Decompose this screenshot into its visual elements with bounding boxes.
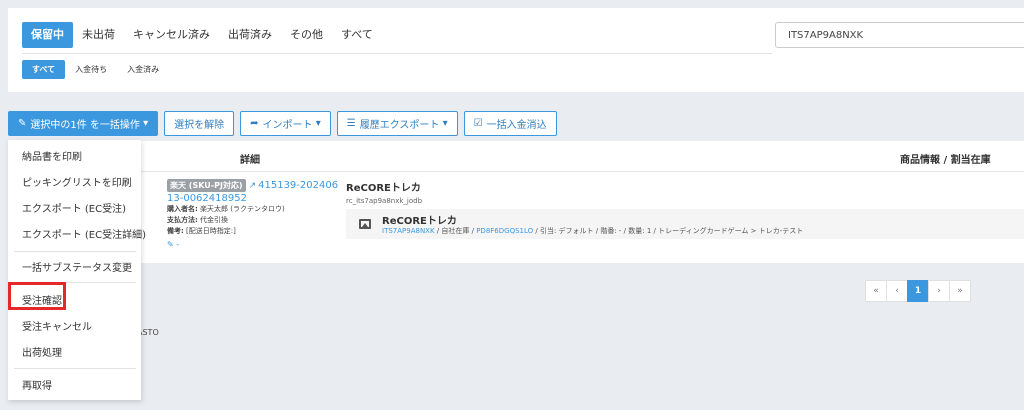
stock-item-name: ReCOREトレカ: [382, 216, 457, 227]
note-value: [配送日時指定:]: [186, 227, 236, 235]
bulk-action-button[interactable]: ✎ 選択中の1件 を一括操作 ▾: [8, 111, 159, 136]
table-header: 詳細 商品情報 / 割当在庫: [8, 141, 1024, 172]
page-first[interactable]: «: [865, 280, 887, 302]
sku-link[interactable]: ITS7AP9A8NXK: [382, 227, 435, 235]
pencil-icon: ✎: [167, 240, 174, 249]
subtab-awaiting-payment[interactable]: 入金待ち: [65, 60, 117, 79]
edit-memo[interactable]: ✎ -: [167, 240, 347, 249]
caret-down-icon: ▾: [439, 118, 448, 129]
page-current[interactable]: 1: [907, 280, 929, 302]
payment-sub-tabs: すべて 入金待ち 入金済み: [22, 60, 169, 79]
tab-all[interactable]: すべて: [332, 22, 382, 48]
list-icon: ☰: [346, 118, 356, 129]
action-bar: ✎ 選択中の1件 を一括操作 ▾ 選択を解除 ➦ インポート ▾ ☰ 履歴エクス…: [8, 111, 563, 136]
bulk-payment-button[interactable]: ☑ 一括入金消込: [463, 111, 557, 136]
order-number-link[interactable]: 415139-202406: [258, 180, 338, 191]
tab-other[interactable]: その他: [281, 22, 332, 48]
edit-icon: ✎: [18, 118, 27, 129]
menu-divider: [14, 251, 136, 252]
tab-cancelled[interactable]: キャンセル済み: [124, 22, 219, 48]
menu-export-ec-orders[interactable]: エクスポート (EC受注): [22, 200, 126, 215]
product-name: ReCOREトレカ: [346, 183, 421, 194]
column-header-detail: 詳細: [240, 155, 260, 166]
menu-divider: [14, 368, 136, 369]
mall-badge: 楽天 (SKU-PJ対応): [167, 179, 246, 192]
tab-on-hold[interactable]: 保留中: [22, 22, 73, 48]
search-input[interactable]: [775, 22, 1024, 48]
edit-memo-value: -: [176, 240, 180, 249]
filter-panel: 保留中 未出荷 キャンセル済み 出荷済み その他 すべて すべて 入金待ち 入金…: [8, 8, 1024, 92]
stock-id-link[interactable]: PD8F6DGQS1LO: [476, 227, 533, 235]
column-header-product: 商品情報 / 割当在庫: [900, 155, 991, 166]
buyer-name: 楽天太郎 (ラクテンタロウ): [200, 205, 285, 213]
status-tabs: 保留中 未出荷 キャンセル済み 出荷済み その他 すべて: [22, 22, 382, 48]
page-last[interactable]: »: [949, 280, 971, 302]
menu-cancel-order[interactable]: 受注キャンセル: [22, 318, 92, 333]
export-history-label: 履歴エクスポート: [359, 120, 440, 131]
payment-line: 支払方法: 代金引換: [167, 215, 347, 226]
menu-bulk-substatus-change[interactable]: 一括サブステータス変更: [22, 259, 132, 274]
bulk-payment-label: 一括入金消込: [486, 120, 547, 131]
export-history-button[interactable]: ☰ 履歴エクスポート ▾: [336, 111, 458, 136]
highlight-annotation: [8, 282, 66, 310]
page-next[interactable]: ›: [928, 280, 950, 302]
pagination: « ‹ 1 › »: [865, 280, 971, 302]
clear-selection-label: 選択を解除: [174, 120, 225, 131]
allocated-stock: ReCOREトレカ ITS7AP9A8NXK / 自社在庫 / PD8F6DGQ…: [346, 209, 1024, 239]
product-info: ReCOREトレカ rc_its7ap9a8nxk_jodb ReCOREトレカ…: [346, 179, 1024, 239]
image-placeholder-icon: [356, 215, 374, 233]
page-prev[interactable]: ‹: [886, 280, 908, 302]
menu-print-delivery-slip[interactable]: 納品書を印刷: [22, 148, 82, 163]
product-code: rc_its7ap9a8nxk_jodb: [346, 197, 423, 205]
menu-print-picking-list[interactable]: ピッキングリストを印刷: [22, 174, 132, 189]
stock-item-meta: ITS7AP9A8NXK / 自社在庫 / PD8F6DGQS1LO / 引当:…: [382, 226, 803, 236]
bulk-action-menu: 納品書を印刷 ピッキングリストを印刷 エクスポート (EC受注) エクスポート …: [8, 140, 146, 400]
tab-shipped[interactable]: 出荷済み: [219, 22, 281, 48]
stock-sep: / 自社在庫 /: [434, 227, 477, 235]
buyer-line: 購入者名: 楽天太郎 (ラクテンタロウ): [167, 204, 347, 215]
share-icon: ➦: [250, 118, 259, 129]
external-link-icon[interactable]: ↗: [249, 181, 257, 191]
note-line: 備考: [配送日時指定:]: [167, 226, 347, 237]
buyer-label: 購入者名:: [167, 205, 198, 213]
order-table: 詳細 商品情報 / 割当在庫 楽天 (SKU-PJ対応) ↗ 415139-20…: [8, 141, 1024, 263]
menu-ship-order[interactable]: 出荷処理: [22, 344, 62, 359]
order-number-link-cont[interactable]: 13-0062418952: [167, 193, 347, 204]
tab-divider: [22, 53, 772, 54]
import-button[interactable]: ➦ インポート ▾: [240, 111, 331, 136]
tab-not-shipped[interactable]: 未出荷: [73, 22, 124, 48]
menu-export-ec-order-details[interactable]: エクスポート (EC受注詳細): [22, 226, 146, 241]
order-detail: 楽天 (SKU-PJ対応) ↗ 415139-202406 13-0062418…: [167, 179, 347, 249]
payment-method: 代金引換: [200, 216, 229, 224]
stock-rest: / 引当: デフォルト / 階番: - / 数量: 1 / トレーディングカード…: [533, 227, 804, 235]
clear-selection-button[interactable]: 選択を解除: [164, 111, 235, 136]
payment-label: 支払方法:: [167, 216, 198, 224]
menu-refetch[interactable]: 再取得: [22, 377, 52, 392]
subtab-all[interactable]: すべて: [22, 60, 66, 79]
caret-down-icon: ▾: [312, 118, 321, 129]
note-label: 備考:: [167, 227, 184, 235]
import-label: インポート: [262, 120, 313, 131]
check-square-icon: ☑: [473, 118, 483, 129]
subtab-paid[interactable]: 入金済み: [117, 60, 169, 79]
bulk-action-label: 選択中の1件 を一括操作: [30, 120, 140, 131]
caret-down-icon: ▾: [139, 118, 149, 129]
